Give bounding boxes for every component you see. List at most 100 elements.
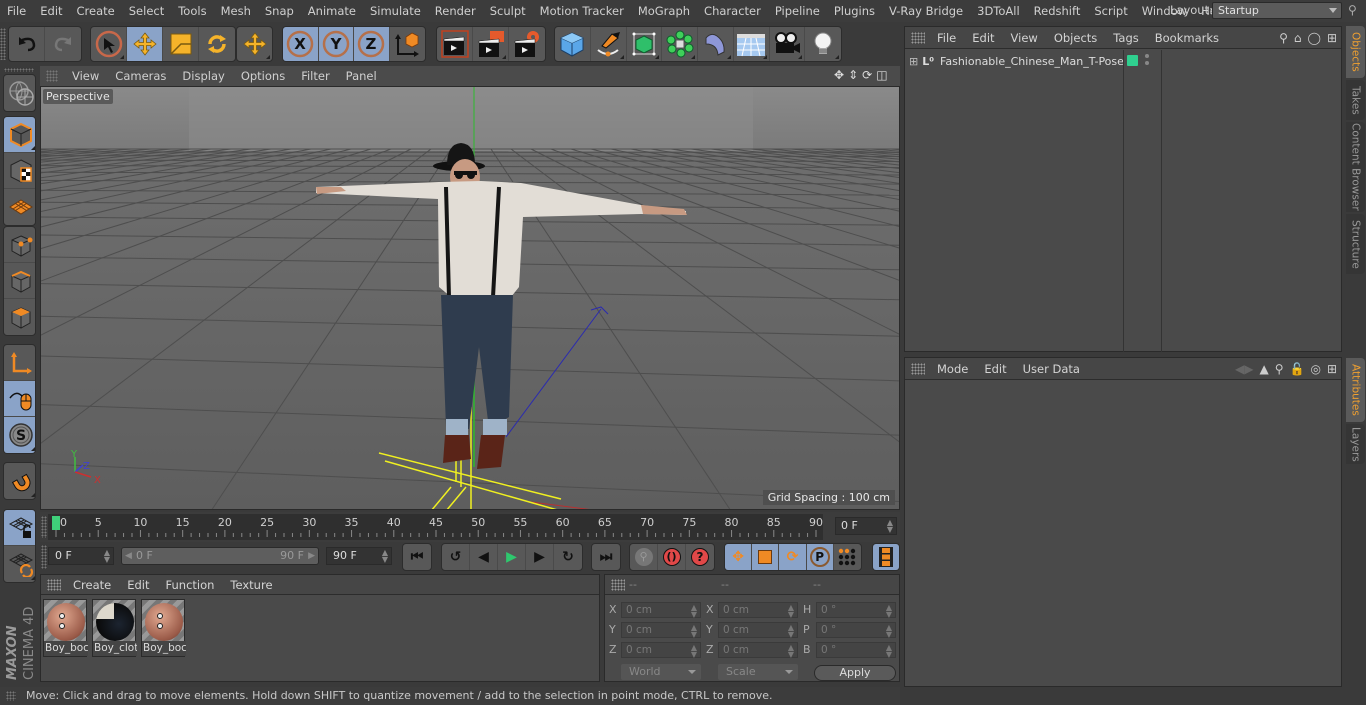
object-row[interactable]: ⊞ L⁰ Fashionable_Chinese_Man_T-Pose (905, 50, 1343, 72)
camera-button[interactable] (770, 27, 806, 61)
axis-mode-button[interactable] (4, 345, 35, 381)
solo-button[interactable]: S (4, 417, 35, 453)
viewport-menu-options[interactable]: Options (233, 69, 293, 83)
viewport-menu-filter[interactable]: Filter (293, 69, 337, 83)
start-frame-field[interactable]: 0 F ▲ ▼ (48, 547, 114, 565)
search-icon[interactable]: ⚲ (1275, 362, 1284, 376)
menu-mesh[interactable]: Mesh (214, 4, 258, 18)
previous-frame-button[interactable]: ◀ (470, 544, 498, 570)
rotation-b-field[interactable]: 0 ° ▲ ▼ (816, 642, 896, 659)
material-menu-function[interactable]: Function (158, 578, 223, 592)
live-selection-button[interactable] (91, 27, 127, 61)
camera-label[interactable]: Perspective (43, 89, 113, 104)
light-button[interactable] (805, 27, 841, 61)
make-editable-button[interactable] (4, 75, 35, 111)
goto-next-key-button[interactable]: ↻ (554, 544, 582, 570)
goto-previous-key-button[interactable]: ↺ (442, 544, 470, 570)
coordinate-space-select[interactable]: World (621, 664, 701, 680)
attributes-menu-user-data[interactable]: User Data (1015, 362, 1088, 376)
viewport-menu-view[interactable]: View (64, 69, 107, 83)
lock-workplane-button[interactable] (4, 510, 35, 546)
size-mode-select[interactable]: Scale (718, 664, 798, 680)
menu-sculpt[interactable]: Sculpt (483, 4, 533, 18)
x-axis-lock-button[interactable]: X (283, 27, 319, 61)
timeline-ruler[interactable]: 0 5 10 15 20 25 30 35 40 45 50 55 60 65 70 75 80 85 90 (48, 514, 823, 540)
key-position-button[interactable]: ✥ (725, 544, 753, 570)
key-rotation-button[interactable]: ⟳ (779, 544, 807, 570)
viewport-menu-panel[interactable]: Panel (338, 69, 385, 83)
edges-mode-button[interactable] (4, 263, 35, 299)
next-frame-button[interactable]: ▶ (526, 544, 554, 570)
history-arrows-icon[interactable]: ◀▶ (1235, 362, 1253, 376)
navigate-up-icon[interactable]: ▲ (1259, 362, 1268, 376)
keyframe-selection-button[interactable]: ? (686, 544, 714, 570)
toolbar-grip[interactable] (0, 28, 6, 60)
size-x-field[interactable]: 0 cm ▲ ▼ (718, 602, 798, 619)
range-right-arrow[interactable]: ▶ (308, 548, 315, 564)
object-name[interactable]: Fashionable_Chinese_Man_T-Pose (940, 55, 1124, 68)
tab-objects[interactable]: Objects (1346, 26, 1365, 78)
objects-menu-edit[interactable]: Edit (964, 31, 1002, 45)
polygons-mode-button[interactable] (4, 299, 35, 335)
redo-button[interactable] (45, 27, 81, 61)
menu-create[interactable]: Create (70, 4, 122, 18)
rotate-tool-button[interactable] (199, 27, 235, 61)
menu-simulate[interactable]: Simulate (363, 4, 428, 18)
goto-start-button[interactable]: ⏮ (403, 544, 431, 570)
viewport-menu-display[interactable]: Display (174, 69, 232, 83)
menu-character[interactable]: Character (697, 4, 768, 18)
subdivision-surface-button[interactable] (627, 27, 663, 61)
menu-animate[interactable]: Animate (301, 4, 363, 18)
menu-3dtoall[interactable]: 3DToAll (970, 4, 1027, 18)
panel-grip[interactable] (611, 578, 625, 591)
size-z-field[interactable]: 0 cm ▲ ▼ (718, 642, 798, 659)
tweak-mode-button[interactable] (4, 381, 35, 417)
render-view-button[interactable] (437, 27, 473, 61)
menu-file[interactable]: File (0, 4, 33, 18)
floor-button[interactable] (734, 27, 770, 61)
z-axis-lock-button[interactable]: Z (354, 27, 390, 61)
home-icon[interactable]: ⌂ (1294, 31, 1302, 45)
objects-menu-objects[interactable]: Objects (1046, 31, 1105, 45)
points-mode-button[interactable] (4, 227, 35, 263)
record-active-button[interactable]: ⚲ (630, 544, 658, 570)
layer-color-swatch[interactable] (1127, 55, 1138, 66)
menu-plugins[interactable]: Plugins (827, 4, 882, 18)
tab-attributes[interactable]: Attributes (1346, 358, 1365, 422)
menu-script[interactable]: Script (1087, 4, 1134, 18)
tab-takes[interactable]: Takes (1346, 80, 1365, 120)
spinner-icon[interactable]: ▲ ▼ (887, 519, 893, 534)
tab-structure[interactable]: Structure (1346, 214, 1365, 274)
rotation-h-field[interactable]: 0 ° ▲ ▼ (816, 602, 896, 619)
objects-menu-tags[interactable]: Tags (1105, 31, 1146, 45)
menu-motion-tracker[interactable]: Motion Tracker (533, 4, 631, 18)
objects-menu-bookmarks[interactable]: Bookmarks (1147, 31, 1227, 45)
new-window-icon[interactable]: ⊞ (1327, 362, 1337, 376)
material-menu-create[interactable]: Create (65, 578, 119, 592)
expand-icon[interactable]: ⊞ (909, 55, 918, 68)
snap-button[interactable] (4, 463, 35, 499)
panel-grip[interactable] (47, 578, 61, 591)
attributes-menu-edit[interactable]: Edit (976, 362, 1014, 376)
key-point-level-button[interactable] (834, 544, 861, 570)
spinner-icon[interactable]: ▲ ▼ (382, 549, 388, 564)
end-frame-field[interactable]: 90 F ▲ ▼ (326, 547, 392, 565)
3d-viewport[interactable]: Y Z X Perspective Grid Spacing : 100 cm (40, 86, 900, 510)
position-x-field[interactable]: 0 cm ▲ ▼ (621, 602, 701, 619)
viewport-menu-cameras[interactable]: Cameras (107, 69, 174, 83)
model-mode-button[interactable] (4, 117, 35, 153)
eye-icon[interactable]: ◯ (1308, 31, 1321, 45)
tab-content-browser[interactable]: Content Browser (1346, 122, 1365, 212)
lock-icon[interactable]: 🔓 (1290, 362, 1305, 376)
search-icon[interactable]: ⚲ (1279, 31, 1288, 45)
autokey-button[interactable]: () (658, 544, 686, 570)
menu-mograph[interactable]: MoGraph (631, 4, 697, 18)
render-picture-viewer-button[interactable] (473, 27, 509, 61)
menu-tools[interactable]: Tools (171, 4, 213, 18)
layout-select[interactable]: Startup (1212, 2, 1342, 19)
position-z-field[interactable]: 0 cm ▲ ▼ (621, 642, 701, 659)
recent-tool-button[interactable] (237, 27, 272, 61)
material-menu-edit[interactable]: Edit (119, 578, 157, 592)
material-swatch[interactable]: Boy_clot (92, 599, 137, 657)
timeline-window-button[interactable] (873, 544, 899, 570)
